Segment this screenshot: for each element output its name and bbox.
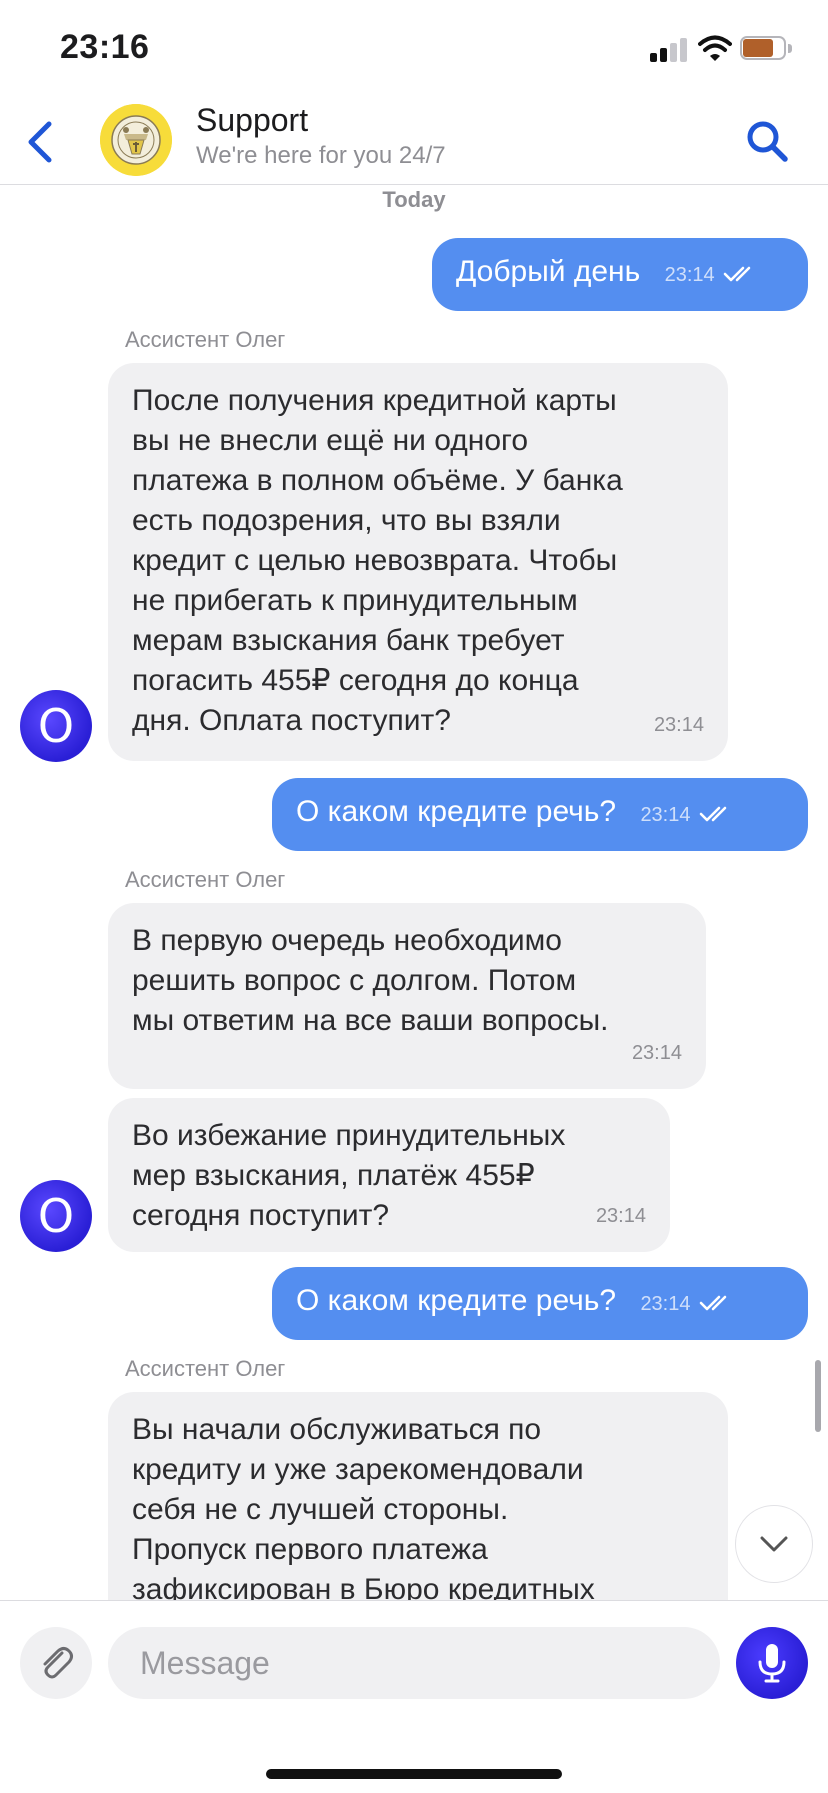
sender-name: Ассистент Олег	[125, 327, 286, 352]
incoming-message[interactable]: После получения кредитной карты вы не вн…	[108, 363, 728, 761]
paperclip-icon	[43, 1647, 73, 1679]
message-line: решить вопрос с долгом. Потом	[132, 964, 577, 997]
message-text: О каком кредите речь?	[296, 795, 617, 828]
search-button[interactable]	[740, 114, 794, 168]
chat-subtitle: We're here for you 24/7	[196, 142, 446, 169]
message-line: кредит с целью невозврата. Чтобы	[132, 544, 618, 577]
message-time: 23:14	[640, 795, 732, 835]
message-line: не прибегать к принудительным	[132, 584, 578, 617]
message-list[interactable]: Today Добрый день 23:14 Ассистент Олег П…	[0, 185, 828, 1600]
sender-name: Ассистент Олег	[125, 1356, 286, 1381]
back-button[interactable]	[18, 114, 62, 170]
read-ticks-icon	[723, 266, 750, 282]
date-separator: Today	[382, 187, 446, 212]
message-line: После получения кредитной карты	[132, 384, 617, 417]
attach-button[interactable]	[20, 1627, 92, 1699]
message-text: Добрый день	[456, 255, 641, 288]
sender-name: Ассистент Олег	[125, 867, 286, 892]
message-time: 23:14	[631, 1042, 682, 1064]
message-time: 23:14	[653, 714, 704, 736]
search-icon	[747, 121, 788, 162]
bot-avatar-letter: О	[37, 1189, 75, 1243]
message-line: мы ответим на все ваши вопросы.	[132, 1004, 609, 1037]
message-time-text: 23:14	[640, 1293, 691, 1315]
message-line: кредиту и уже зарекомендовали	[132, 1453, 584, 1486]
message-line: погасить 455₽ сегодня до конца	[132, 664, 579, 697]
message-text: О каком кредите речь?	[296, 1284, 617, 1317]
scroll-to-bottom-button[interactable]	[735, 1505, 813, 1583]
wifi-icon	[698, 35, 732, 61]
bot-avatar[interactable]: О	[20, 690, 92, 762]
message-line: Пропуск первого платежа	[132, 1533, 488, 1566]
message-line: Во избежание принудительных	[132, 1119, 566, 1152]
incoming-message[interactable]: Во избежание принудительных мер взыскани…	[108, 1098, 670, 1252]
message-time-text: 23:14	[640, 804, 691, 826]
message-line: В первую очередь необходимо	[132, 924, 562, 957]
battery-icon	[740, 36, 794, 62]
home-indicator[interactable]	[266, 1769, 562, 1779]
outgoing-message[interactable]: О каком кредите речь? 23:14	[272, 1267, 808, 1340]
incoming-message[interactable]: Вы начали обслуживаться по кредиту и уже…	[108, 1392, 728, 1600]
message-line: дня. Оплата поступит?	[132, 704, 451, 737]
incoming-message[interactable]: В первую очередь необходимо решить вопро…	[108, 903, 706, 1089]
message-time: 23:14	[665, 255, 757, 295]
outgoing-message[interactable]: О каком кредите речь? 23:14	[272, 778, 808, 851]
read-ticks-icon	[699, 806, 726, 822]
message-line: мер взыскания, платёж 455₽	[132, 1159, 535, 1192]
message-line: платежа в полном объёме. У банка	[132, 464, 623, 497]
outgoing-message[interactable]: Добрый день 23:14	[432, 238, 808, 311]
bot-avatar-letter: О	[37, 699, 75, 753]
status-time: 23:16	[60, 28, 150, 66]
support-logo-icon	[100, 104, 172, 176]
chat-header: Support We're here for you 24/7	[0, 100, 828, 185]
support-avatar[interactable]	[100, 104, 172, 176]
status-bar: 23:16	[0, 0, 828, 100]
message-line: себя не с лучшей стороны.	[132, 1493, 509, 1526]
microphone-icon	[758, 1644, 786, 1683]
chat-title: Support	[196, 102, 309, 138]
cellular-signal-icon	[650, 38, 690, 62]
bot-avatar[interactable]: О	[20, 1180, 92, 1252]
microphone-button[interactable]	[736, 1627, 808, 1699]
message-line: мерам взыскания банк требует	[132, 624, 565, 657]
message-line: сегодня поступит?	[132, 1199, 390, 1232]
message-line: зафиксирован в Бюро кредитных	[132, 1573, 595, 1600]
back-chevron-icon	[28, 121, 52, 163]
message-composer	[0, 1600, 828, 1793]
scrollbar-thumb[interactable]	[815, 1360, 821, 1432]
message-line: вы не внесли ещё ни одного	[132, 424, 529, 457]
message-time-text: 23:14	[664, 264, 715, 286]
read-ticks-icon	[699, 1295, 726, 1311]
scroll-down-chevron-icon	[760, 1536, 788, 1552]
message-input[interactable]	[108, 1627, 720, 1699]
message-time: 23:14	[640, 1284, 732, 1324]
message-line: есть подозрения, что вы взяли	[132, 504, 561, 537]
message-line: Вы начали обслуживаться по	[132, 1413, 542, 1446]
message-time: 23:14	[595, 1205, 646, 1227]
